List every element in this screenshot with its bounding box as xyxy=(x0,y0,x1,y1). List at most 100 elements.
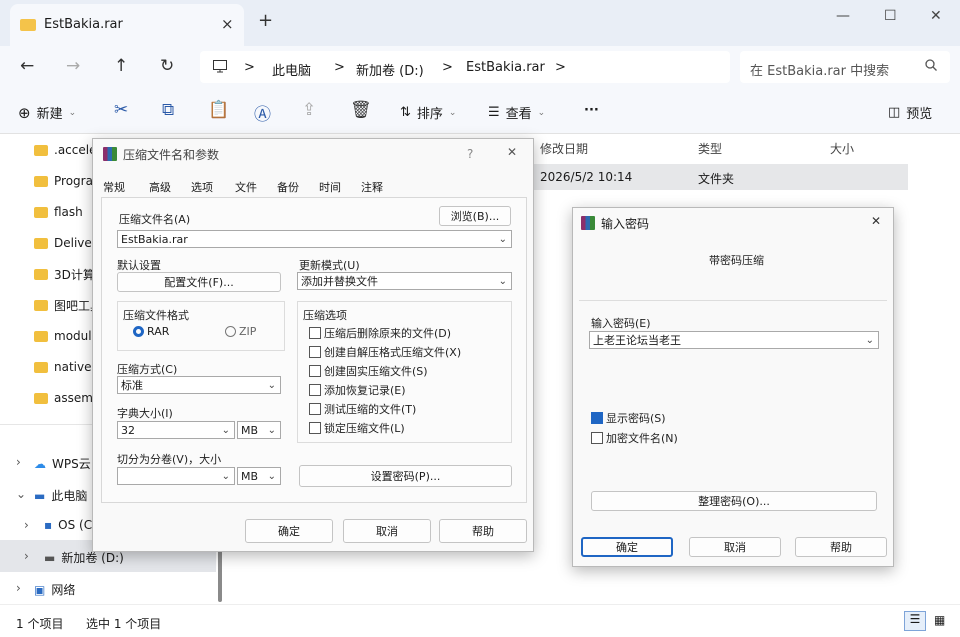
cancel-button[interactable]: 取消 xyxy=(343,519,431,543)
sidebar-item[interactable]: Progra xyxy=(34,169,93,193)
checkbox-icon xyxy=(309,327,321,339)
help-button[interactable]: 帮助 xyxy=(439,519,527,543)
chevron-right-icon[interactable]: › xyxy=(24,518,29,532)
password-field[interactable]: 上老王论坛当老王 ⌄ xyxy=(589,331,879,349)
share-icon[interactable]: ⇪ xyxy=(302,100,316,120)
breadcrumb-drive-d[interactable]: 新加卷 (D:) xyxy=(356,60,424,79)
sidebar-item-this-pc[interactable]: ▬ 此电脑 xyxy=(34,487,87,504)
update-mode-select[interactable]: 添加并替换文件 ⌄ xyxy=(297,272,512,290)
preview-button[interactable]: ◫ 预览 xyxy=(888,103,932,122)
breadcrumb-this-pc[interactable]: 此电脑 xyxy=(272,60,311,79)
option-sfx[interactable]: 创建自解压格式压缩文件(X) xyxy=(309,344,461,360)
forward-button[interactable]: → xyxy=(66,56,80,76)
help-button[interactable]: 帮助 xyxy=(795,537,887,557)
tab-files[interactable]: 文件 xyxy=(235,179,257,195)
split-label: 切分为分卷(V)，大小 xyxy=(117,453,222,466)
paste-icon[interactable]: 📋 xyxy=(208,100,229,120)
tab-backup[interactable]: 备份 xyxy=(277,179,299,195)
column-size[interactable]: 大小 xyxy=(830,140,854,157)
option-lock[interactable]: 锁定压缩文件(L) xyxy=(309,420,405,436)
breadcrumb-archive[interactable]: EstBakia.rar xyxy=(466,60,545,75)
sidebar-item-wps[interactable]: ☁ WPS云 xyxy=(34,455,91,472)
new-button[interactable]: ⊕ 新建 ⌄ xyxy=(18,103,76,123)
dictionary-select[interactable]: 32 ⌄ xyxy=(117,421,235,439)
search-placeholder: 在 EstBakia.rar 中搜索 xyxy=(750,64,890,79)
chevron-down-icon[interactable]: ⌄ xyxy=(16,487,26,501)
tab-general[interactable]: 常规 xyxy=(103,179,125,195)
sort-button[interactable]: ⇅ 排序 ⌄ xyxy=(400,103,456,122)
more-button[interactable]: ··· xyxy=(584,103,599,118)
sidebar-item-label: 网络 xyxy=(51,583,76,597)
close-icon[interactable]: ✕ xyxy=(507,145,517,159)
column-date[interactable]: 修改日期 xyxy=(540,140,588,157)
encrypt-names-checkbox[interactable]: 加密文件名(N) xyxy=(591,430,678,446)
address-bar[interactable]: > 此电脑 > 新加卷 (D:) > EstBakia.rar > xyxy=(200,51,730,83)
copy-icon[interactable]: ⧉ xyxy=(162,100,174,120)
breadcrumb-sep: > xyxy=(244,60,255,75)
organize-passwords-button[interactable]: 整理密码(O)... xyxy=(591,491,877,511)
option-delete-after[interactable]: 压缩后删除原来的文件(D) xyxy=(309,325,451,341)
chevron-right-icon[interactable]: › xyxy=(24,549,29,563)
refresh-button[interactable]: ↻ xyxy=(160,56,174,76)
sidebar-item-label: 3D计算 xyxy=(54,267,95,282)
chevron-right-icon[interactable]: › xyxy=(16,581,21,595)
new-label: 新建 xyxy=(36,107,63,122)
view-button[interactable]: ☰ 查看 ⌄ xyxy=(488,103,545,122)
split-unit-select[interactable]: MB ⌄ xyxy=(237,467,281,485)
close-window-button[interactable]: ✕ xyxy=(930,8,942,24)
new-tab-button[interactable]: + xyxy=(258,10,273,31)
sidebar-item[interactable]: flash xyxy=(34,200,83,224)
chevron-down-icon: ⌄ xyxy=(221,424,230,436)
tab-estbakia[interactable]: EstBakia.rar × xyxy=(10,4,244,46)
help-icon[interactable]: ? xyxy=(467,147,473,161)
sidebar-item[interactable]: modul xyxy=(34,324,92,348)
cancel-button[interactable]: 取消 xyxy=(689,537,781,557)
dictionary-unit-select[interactable]: MB ⌄ xyxy=(237,421,281,439)
rename-icon[interactable]: Ⓐ xyxy=(254,100,271,125)
maximize-button[interactable]: ☐ xyxy=(884,8,897,24)
option-solid[interactable]: 创建固实压缩文件(S) xyxy=(309,363,428,379)
table-row[interactable]: 2026/5/2 10:14 文件夹 xyxy=(530,164,908,190)
tiles-view-button[interactable]: ▦ xyxy=(934,613,945,627)
format-rar-radio[interactable]: RAR xyxy=(133,325,169,338)
close-icon[interactable]: ✕ xyxy=(871,214,881,228)
sidebar-item[interactable]: native xyxy=(34,355,91,379)
option-label: 测试压缩的文件(T) xyxy=(324,403,417,416)
ok-button[interactable]: 确定 xyxy=(581,537,673,557)
update-mode-label: 更新模式(U) xyxy=(299,259,360,272)
tab-time[interactable]: 时间 xyxy=(319,179,341,195)
details-view-button[interactable]: ☰ xyxy=(904,611,926,631)
format-rar-label: RAR xyxy=(147,325,170,338)
sidebar-item-os-c[interactable]: ▪ OS (C xyxy=(44,518,92,532)
profiles-button[interactable]: 配置文件(F)... xyxy=(117,272,281,292)
up-button[interactable]: ↑ xyxy=(114,56,128,76)
method-select[interactable]: 标准 ⌄ xyxy=(117,376,281,394)
sidebar-item-network[interactable]: ▣ 网络 xyxy=(34,581,75,598)
split-size-field[interactable]: ⌄ xyxy=(117,467,235,485)
archive-name-field[interactable]: EstBakia.rar ⌄ xyxy=(117,230,512,248)
show-password-checkbox[interactable]: 显示密码(S) xyxy=(591,410,666,426)
format-zip-radio[interactable]: ZIP xyxy=(225,325,256,338)
sidebar-item[interactable]: assemb xyxy=(34,386,101,410)
minimize-button[interactable]: — xyxy=(836,8,850,24)
ok-button[interactable]: 确定 xyxy=(245,519,333,543)
tab-options[interactable]: 选项 xyxy=(191,179,213,195)
radio-on-icon xyxy=(133,326,144,337)
cut-icon[interactable]: ✂ xyxy=(114,100,128,120)
search-input[interactable]: 在 EstBakia.rar 中搜索 xyxy=(740,51,950,83)
column-type[interactable]: 类型 xyxy=(698,140,722,157)
set-password-button[interactable]: 设置密码(P)... xyxy=(299,465,512,487)
sidebar-item[interactable]: 3D计算 xyxy=(34,262,95,286)
chevron-right-icon[interactable]: › xyxy=(16,455,21,469)
option-test[interactable]: 测试压缩的文件(T) xyxy=(309,401,416,417)
option-recovery[interactable]: 添加恢复记录(E) xyxy=(309,382,406,398)
delete-icon[interactable]: 🗑 xyxy=(350,100,372,120)
tab-advanced[interactable]: 高级 xyxy=(149,179,171,195)
close-tab-icon[interactable]: × xyxy=(221,15,234,33)
sidebar-item[interactable]: Deliver xyxy=(34,231,97,255)
back-button[interactable]: ← xyxy=(20,56,34,76)
browse-button[interactable]: 浏览(B)... xyxy=(439,206,511,226)
tab-comment[interactable]: 注释 xyxy=(361,179,383,195)
folder-icon xyxy=(20,19,36,31)
checkbox-icon xyxy=(309,403,321,415)
